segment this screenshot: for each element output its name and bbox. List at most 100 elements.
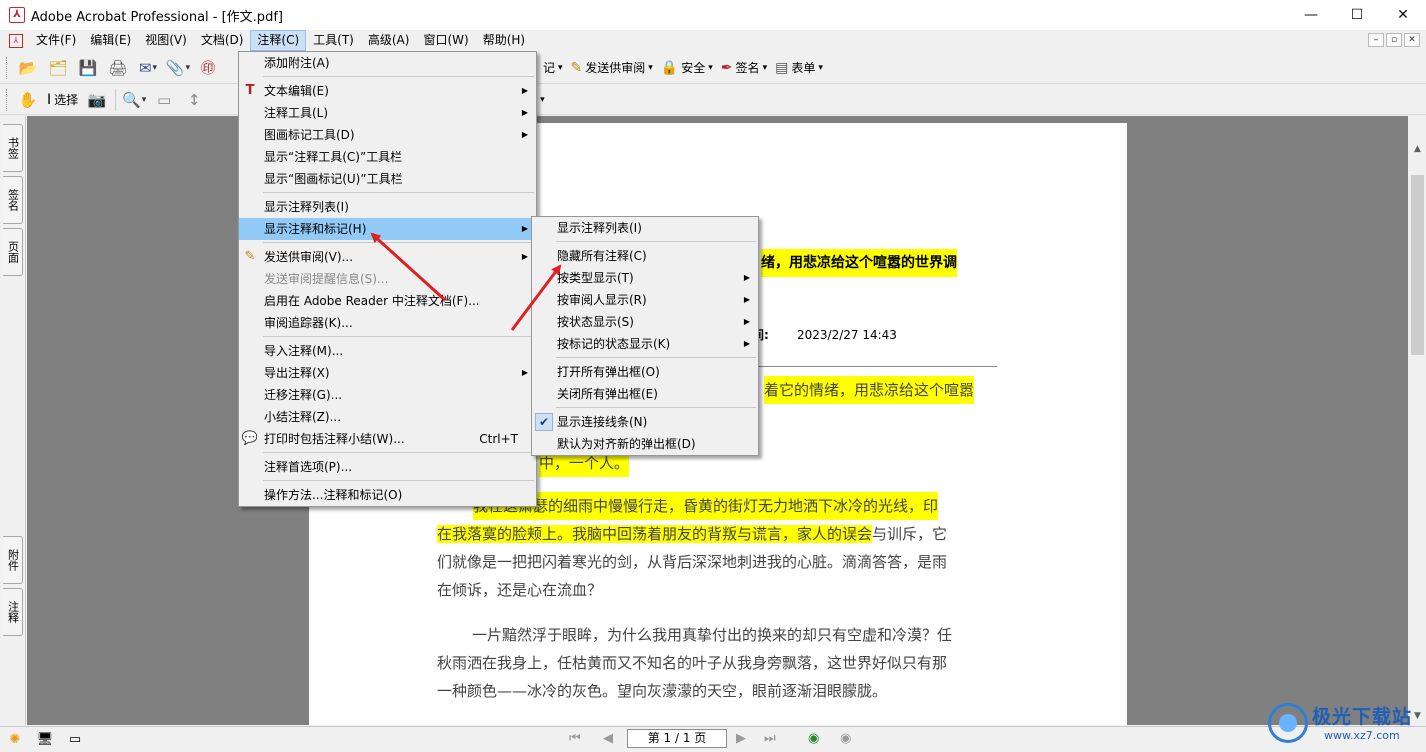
sign-button[interactable]: ✒ 签名 ▾ [717, 56, 771, 80]
select-tool-button[interactable]: I 选择 [43, 88, 82, 112]
scrollbar-thumb[interactable] [1411, 175, 1424, 355]
menu-document[interactable]: 文档(D) [194, 30, 251, 51]
menu-file[interactable]: 文件(F) [29, 30, 83, 51]
submenu-item-hide-all[interactable]: 隐藏所有注释(C) [532, 245, 758, 267]
menu-item-comment-prefs[interactable]: 注释首选项(P)... [239, 456, 536, 478]
actual-size-icon[interactable]: ▭ [153, 89, 175, 111]
submenu-item-by-status[interactable]: 按状态显示(S) ▶ [532, 311, 758, 333]
tab-signatures[interactable]: 签名 [3, 176, 23, 224]
document-icon: ⅄ [9, 33, 23, 48]
submenu-item-show-comment-list[interactable]: 显示注释列表(I) [532, 217, 758, 239]
doc-close-button[interactable]: ✕ [1404, 33, 1420, 47]
title-bar: ⅄ Adobe Acrobat Professional - [作文.pdf] … [0, 0, 1426, 30]
menu-item-show-drawing-toolbar[interactable]: 显示“图画标记(U)”工具栏 [239, 168, 536, 190]
submenu-item-by-reviewer[interactable]: 按审阅人显示(R) ▶ [532, 289, 758, 311]
scroll-up-icon[interactable]: ▲ [1409, 141, 1426, 158]
menu-comments[interactable]: 注释(C) [250, 30, 307, 51]
tab-pages[interactable]: 页面 [3, 228, 23, 276]
organizer-icon[interactable]: 🗂 [47, 57, 69, 79]
submenu-item-by-markup-status-label: 按标记的状态显示(K) [557, 337, 671, 351]
doc-minimize-button[interactable]: – [1368, 33, 1384, 47]
submenu-item-show-lines[interactable]: ✔ 显示连接线条(N) [532, 411, 758, 433]
chevron-down-icon: ▾ [818, 62, 823, 73]
tab-attachments[interactable]: 附件 [3, 536, 23, 584]
submenu-arrow-icon: ▶ [743, 317, 750, 326]
menu-item-export-comments[interactable]: 导出注释(X) ▶ [239, 362, 536, 384]
tab-bookmarks[interactable]: 书签 [3, 124, 23, 172]
menu-edit[interactable]: 编辑(E) [83, 30, 138, 51]
menu-help[interactable]: 帮助(H) [476, 30, 532, 51]
submenu-item-show-lines-label: 显示连接线条(N) [557, 415, 648, 429]
tab-comments[interactable]: 注释 [3, 588, 23, 636]
open-folder-icon[interactable]: 📂 [17, 57, 39, 79]
menu-window[interactable]: 窗口(W) [416, 30, 475, 51]
previous-page-icon[interactable]: ◀ [603, 731, 613, 746]
menu-item-enable-reader[interactable]: 启用在 Adobe Reader 中注释文档(F)... [239, 290, 536, 312]
hand-tool-icon[interactable]: ✋ [17, 89, 39, 111]
document-window-controls: – ▫ ✕ [1368, 33, 1420, 47]
menu-item-migrate-comments[interactable]: 迁移注释(G)... [239, 384, 536, 406]
doc-heading-fragment: 绪，用悲凉给这个喧嚣的世界调 [761, 249, 957, 277]
last-page-icon[interactable]: ⏭ [764, 731, 776, 746]
doc-line-1: 着它的情绪，用悲凉给这个喧嚣 [764, 376, 975, 404]
submenu-item-by-markup-status[interactable]: 按标记的状态显示(K) ▶ [532, 333, 758, 355]
attach-paperclip-icon[interactable]: 📎 [166, 57, 189, 79]
chevron-down-icon: ▾ [762, 62, 768, 73]
next-page-icon[interactable]: ▶ [736, 731, 746, 746]
zoom-in-icon[interactable]: 🔍 [122, 89, 145, 111]
snapshot-camera-icon[interactable]: 📷 [86, 89, 108, 111]
menu-advanced[interactable]: 高级(A) [361, 30, 417, 51]
monitor-icon[interactable]: 🖥 [36, 731, 54, 749]
menu-item-review-tracker[interactable]: 审阅追踪器(K)... [239, 312, 536, 334]
maximize-button[interactable]: ☐ [1334, 0, 1380, 30]
window-controls: — ☐ ✕ [1288, 0, 1426, 30]
first-page-icon[interactable]: ⏮ [569, 731, 581, 746]
page-number-field[interactable]: 第 1 / 1 页 [627, 729, 727, 748]
doc-date-value: 2023/2/27 14:43 [797, 328, 897, 342]
menu-item-text-edit[interactable]: T 文本编辑(E) ▶ [239, 80, 536, 102]
menu-item-comment-tools[interactable]: 注释工具(L) ▶ [239, 102, 536, 124]
menu-item-import-comments[interactable]: 导入注释(M)... [239, 340, 536, 362]
comment-markup-button[interactable]: 记 ▾ [539, 56, 567, 80]
go-forward-icon[interactable]: ◉ [840, 731, 851, 746]
submenu-item-close-popups[interactable]: 关闭所有弹出框(E) [532, 383, 758, 405]
menu-item-send-review[interactable]: ✎ 发送供审阅(V)... ▶ [239, 246, 536, 268]
submenu-item-by-type[interactable]: 按类型显示(T) ▶ [532, 267, 758, 289]
stamp-icon[interactable]: ㊞ [197, 57, 219, 79]
menu-item-show-comments-markup[interactable]: 显示注释和标记(H) ▶ [239, 218, 536, 240]
menu-item-print-summary[interactable]: 💬 打印时包括注释小结(W)... Ctrl+T [239, 428, 536, 450]
page-size-icon[interactable]: ▭ [66, 731, 84, 749]
minimize-button[interactable]: — [1288, 0, 1334, 30]
navigation-pane-strip: 书签 签名 页面 附件 注释 [0, 116, 26, 725]
menu-view[interactable]: 视图(V) [138, 30, 194, 51]
vertical-scrollbar[interactable]: ▲ ▼ [1409, 125, 1426, 725]
toolbar-grip[interactable] [6, 88, 9, 111]
submenu-arrow-icon: ▶ [521, 224, 528, 233]
menu-item-show-comment-list[interactable]: 显示注释列表(I) [239, 196, 536, 218]
acrobat-icon: ⅄ [9, 7, 25, 23]
menu-item-show-comment-toolbar[interactable]: 显示“注释工具(C)”工具栏 [239, 146, 536, 168]
send-review-button[interactable]: ✎ 发送供审阅 ▾ [567, 56, 657, 80]
menu-item-summarize-comments[interactable]: 小结注释(Z)... [239, 406, 536, 428]
menu-item-drawing-tools[interactable]: 图画标记工具(D) ▶ [239, 124, 536, 146]
menu-item-add-note[interactable]: 添加附注(A) [239, 52, 536, 74]
security-button[interactable]: 🔒 安全 ▾ [657, 56, 717, 80]
menu-tools[interactable]: 工具(T) [306, 30, 361, 51]
submenu-item-open-popups[interactable]: 打开所有弹出框(O) [532, 361, 758, 383]
fit-page-icon[interactable]: ↕ [183, 89, 205, 111]
print-icon[interactable]: 🖨 [107, 57, 129, 79]
doc-line-7: 一片黯然浮于眼眸，为什么我用真挚付出的换来的却只有空虚和冷漠？任 [472, 626, 953, 644]
text-cursor-icon: I [47, 91, 52, 108]
close-button[interactable]: ✕ [1380, 0, 1426, 30]
menu-item-how-to[interactable]: 操作方法...注释和标记(O) [239, 484, 536, 506]
toolbar-grip[interactable] [6, 56, 9, 79]
menu-item-send-review-label: 发送供审阅(V)... [264, 250, 354, 264]
doc-restore-button[interactable]: ▫ [1386, 33, 1402, 47]
submenu-item-align-popups[interactable]: 默认为对齐新的弹出框(D) [532, 433, 758, 455]
go-back-icon[interactable]: ◉ [808, 731, 819, 746]
doc-line-8: 秋雨洒在我身上，任枯黄而又不知名的叶子从我身旁飘落，这世界好似只有那 [437, 654, 948, 672]
sun-icon[interactable]: ✺ [6, 731, 24, 749]
forms-button[interactable]: ▤ 表单 ▾ [771, 56, 827, 80]
save-icon[interactable]: 💾 [77, 57, 99, 79]
email-icon[interactable]: ✉ [137, 57, 159, 79]
